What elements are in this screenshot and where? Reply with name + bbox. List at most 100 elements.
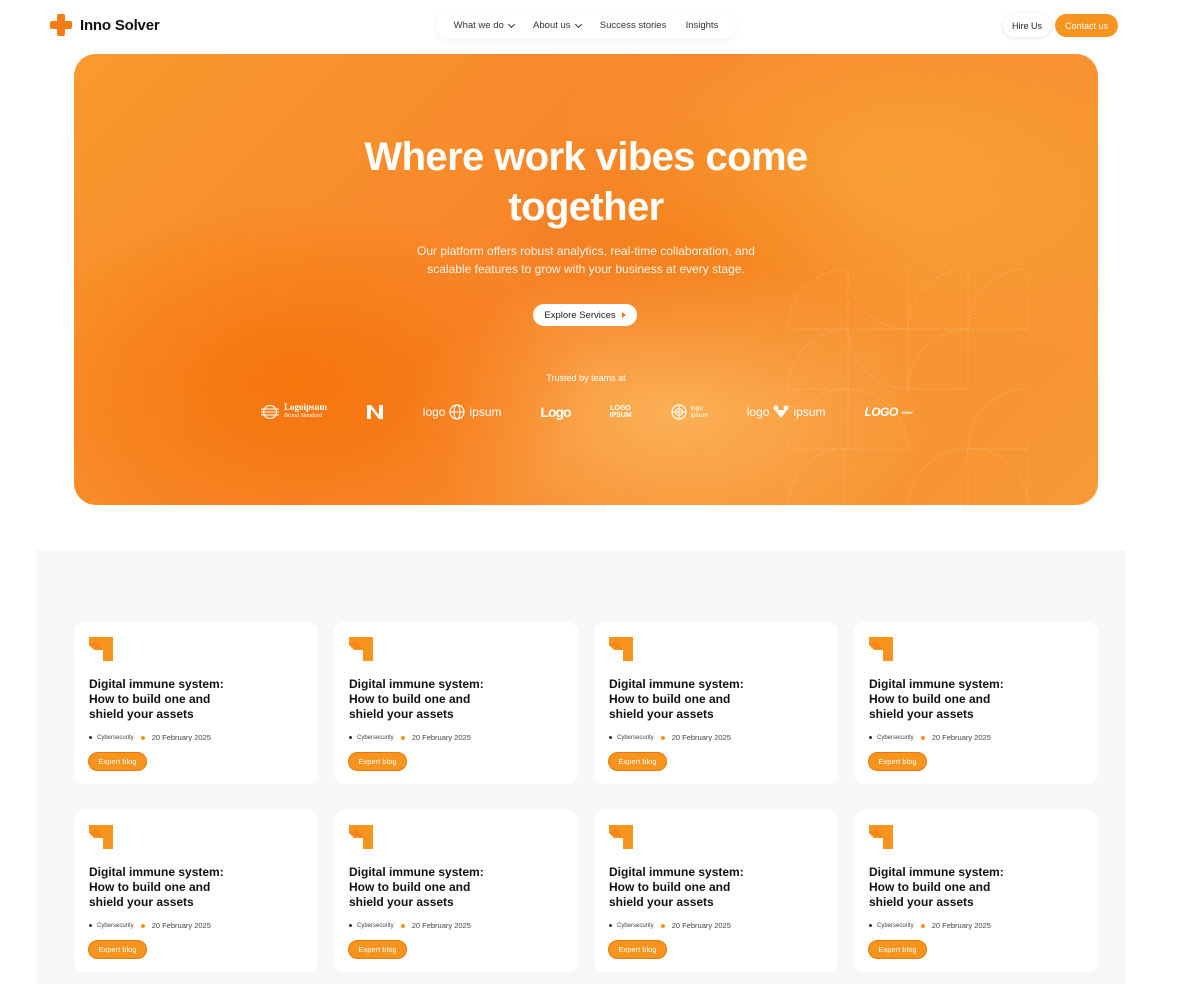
bullet-icon — [349, 736, 352, 739]
contact-us-button[interactable]: Contact us — [1055, 14, 1118, 37]
separator-dot-icon — [400, 923, 405, 928]
title-line: Digital immune system: — [89, 677, 224, 691]
expert-blog-tag[interactable]: Expert blog — [868, 940, 927, 959]
expert-blog-tag[interactable]: Expert blog — [608, 752, 667, 771]
title-line: Digital immune system: — [869, 865, 1004, 879]
hero-subtitle: Our platform offers robust analytics, re… — [386, 242, 786, 278]
blog-card[interactable]: Digital immune system: How to build one … — [74, 810, 318, 972]
hire-us-button[interactable]: Hire Us — [1003, 14, 1051, 37]
blog-card-meta: Cybersecurity 20 February 2025 — [349, 733, 471, 742]
blog-category: Cybersecurity — [97, 922, 134, 929]
title-line: How to build one and — [869, 880, 991, 894]
striped-circle-icon — [261, 405, 279, 419]
nav-item-about-us[interactable]: About us — [533, 20, 582, 31]
partner-logo-tagline: Brand Standard — [284, 413, 323, 419]
blog-card-meta: Cybersecurity 20 February 2025 — [89, 733, 211, 742]
n-mark-icon — [366, 405, 383, 419]
hero-title-line: Where work vibes come — [364, 135, 808, 179]
title-line: How to build one and — [89, 880, 211, 894]
explore-services-button[interactable]: Explore Services — [533, 304, 637, 326]
blog-card-title: Digital immune system: How to build one … — [869, 677, 1049, 722]
title-line: Digital immune system: — [349, 677, 484, 691]
blog-card[interactable]: Digital immune system: How to build one … — [334, 622, 578, 784]
blog-card[interactable]: Digital immune system: How to build one … — [334, 810, 578, 972]
partner-logo-text: IPSUM — [609, 412, 632, 419]
title-line: How to build one and — [609, 880, 731, 894]
expert-blog-tag[interactable]: Expert blog — [88, 940, 147, 959]
blog-date: 20 February 2025 — [671, 733, 731, 742]
plus-logo-icon — [50, 14, 72, 36]
separator-dot-icon — [660, 923, 665, 928]
nav-item-label: Success stories — [599, 20, 667, 31]
blog-date: 20 February 2025 — [151, 921, 211, 930]
bullet-icon — [89, 736, 92, 739]
expert-blog-tag[interactable]: Expert blog — [348, 940, 407, 959]
arrow-tile-icon — [609, 637, 633, 661]
blog-card-meta: Cybersecurity 20 February 2025 — [609, 733, 731, 742]
blog-card-title: Digital immune system: How to build one … — [349, 677, 529, 722]
title-line: shield your assets — [89, 707, 194, 721]
expert-blog-tag[interactable]: Expert blog — [868, 752, 927, 771]
blog-card[interactable]: Digital immune system: How to build one … — [854, 622, 1098, 784]
blog-category: Cybersecurity — [877, 922, 914, 929]
blog-card[interactable]: Digital immune system: How to build one … — [594, 622, 838, 784]
blog-section: Digital immune system: How to build one … — [36, 550, 1125, 984]
bear-head-icon — [773, 405, 789, 418]
separator-dot-icon — [400, 735, 405, 740]
blog-card-meta: Cybersecurity 20 February 2025 — [609, 921, 731, 930]
chevron-down-icon — [574, 20, 582, 28]
partner-logo-text: ipsum — [690, 412, 708, 419]
title-line: How to build one and — [349, 692, 471, 706]
blog-card-title: Digital immune system: How to build one … — [609, 865, 789, 910]
blog-card-meta: Cybersecurity 20 February 2025 — [349, 921, 471, 930]
title-line: shield your assets — [349, 707, 454, 721]
blog-card-title: Digital immune system: How to build one … — [89, 677, 269, 722]
title-line: shield your assets — [869, 707, 974, 721]
title-line: How to build one and — [349, 880, 471, 894]
blog-date: 20 February 2025 — [671, 921, 731, 930]
title-line: shield your assets — [609, 707, 714, 721]
blog-card-title: Digital immune system: How to build one … — [869, 865, 1049, 910]
partner-logo-text: LOGO — [610, 405, 631, 412]
separator-dot-icon — [920, 923, 925, 928]
blog-date: 20 February 2025 — [931, 733, 991, 742]
partner-logo-3: logo ipsum — [423, 404, 502, 420]
blog-category: Cybersecurity — [97, 734, 134, 741]
blog-card[interactable]: Digital immune system: How to build one … — [74, 622, 318, 784]
expert-blog-tag[interactable]: Expert blog — [608, 940, 667, 959]
decorative-pattern-icon — [788, 269, 1028, 505]
nav-item-success-stories[interactable]: Success stories — [600, 20, 667, 31]
title-line: How to build one and — [869, 692, 991, 706]
separator-dot-icon — [140, 735, 145, 740]
title-line: Digital immune system: — [89, 865, 224, 879]
nav-item-what-we-do[interactable]: What we do — [453, 20, 515, 31]
top-navigation: Inno Solver What we do About us Success … — [0, 0, 1188, 52]
bullet-icon — [869, 924, 872, 927]
expert-blog-tag[interactable]: Expert blog — [348, 752, 407, 771]
nav-item-label: What we do — [453, 20, 504, 31]
expert-blog-tag[interactable]: Expert blog — [88, 752, 147, 771]
trusted-by-label: Trusted by teams at — [546, 373, 626, 383]
blog-date: 20 February 2025 — [411, 921, 471, 930]
partner-logo-7: logo ipsum — [747, 405, 826, 419]
title-line: How to build one and — [89, 692, 211, 706]
arrow-tile-icon — [349, 637, 373, 661]
title-line: Digital immune system: — [609, 865, 744, 879]
title-line: Digital immune system: — [349, 865, 484, 879]
blog-card-title: Digital immune system: How to build one … — [89, 865, 269, 910]
partner-logo-text: ipsum — [469, 405, 502, 419]
globe-icon — [449, 404, 466, 420]
blog-card[interactable]: Digital immune system: How to build one … — [854, 810, 1098, 972]
blog-card[interactable]: Digital immune system: How to build one … — [594, 810, 838, 972]
blog-date: 20 February 2025 — [931, 921, 991, 930]
partner-logo-8: LOGO IPSUM — [864, 405, 912, 419]
title-line: Digital immune system: — [869, 677, 1004, 691]
arrow-tile-icon — [609, 825, 633, 849]
hero-subtitle-line: scalable features to grow with your busi… — [427, 262, 745, 276]
nav-item-insights[interactable]: Insights — [686, 20, 719, 31]
arrow-tile-icon — [89, 825, 113, 849]
brand-logo[interactable]: Inno Solver — [50, 14, 160, 36]
arrow-tile-icon — [869, 637, 893, 661]
partner-logo-text: ipsum — [793, 405, 826, 419]
nav-item-label: About us — [533, 20, 571, 31]
